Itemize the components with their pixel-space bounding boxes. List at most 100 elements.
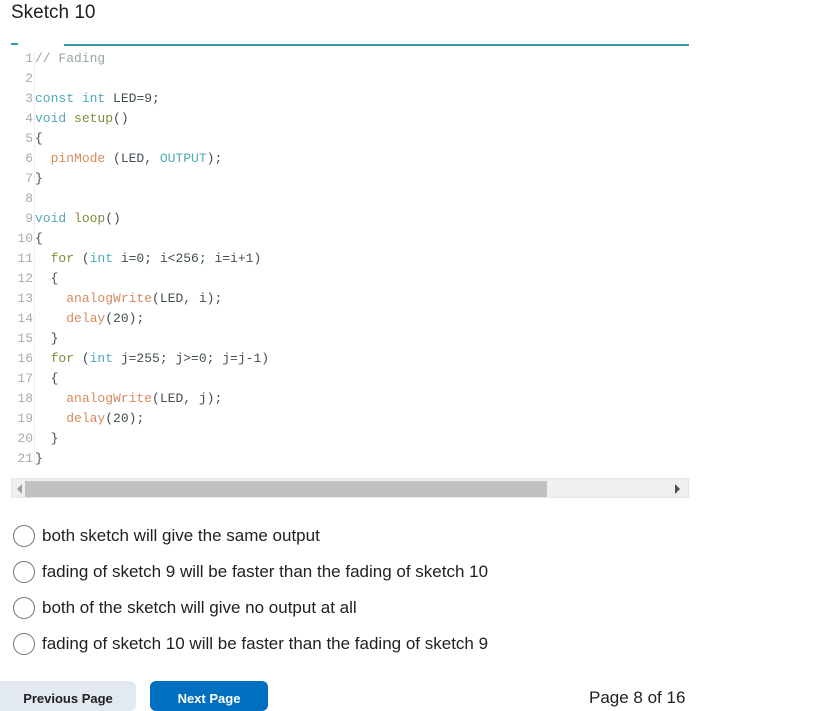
code-token: } <box>35 451 43 466</box>
code-line: 21} <box>11 449 43 469</box>
radio-unchecked-icon[interactable] <box>13 561 35 583</box>
code-token: for <box>50 351 75 366</box>
code-token: (LED, <box>105 151 160 166</box>
answer-option[interactable]: fading of sketch 10 will be faster than … <box>13 626 488 662</box>
code-line: 3 const int LED=9; <box>11 89 160 109</box>
line-number: 16 <box>17 351 33 366</box>
option-label: both of the sketch will give no output a… <box>42 598 357 617</box>
option-label: fading of sketch 10 will be faster than … <box>42 634 489 653</box>
code-token: { <box>35 371 59 386</box>
code-token: setup <box>74 111 114 126</box>
code-token: { <box>35 231 43 246</box>
scrollbar-thumb[interactable] <box>25 481 547 497</box>
triangle-right-icon[interactable] <box>675 484 680 494</box>
answer-options: both sketch will give the same output fa… <box>13 518 488 662</box>
code-token: delay <box>66 411 106 426</box>
code-token: ); <box>206 151 223 166</box>
code-line: 19 delay(20); <box>11 409 144 429</box>
code-token: (LED, i); <box>152 291 223 306</box>
line-number: 21 <box>17 451 33 466</box>
code-line: 18 analogWrite(LED, j); <box>11 389 222 409</box>
code-token: i=0; i<256; i=i+1) <box>113 251 262 266</box>
line-number: 5 <box>25 131 33 146</box>
code-token: delay <box>66 311 106 326</box>
line-number: 10 <box>17 231 33 246</box>
line-number: 2 <box>25 71 33 86</box>
code-token: LED=9; <box>105 91 160 106</box>
code-token: (LED, j); <box>152 391 223 406</box>
code-token: () <box>113 111 129 126</box>
code-block: 1// Fading 2 3 const int LED=9; 4 void setup(… <box>11 49 689 469</box>
answer-option[interactable]: fading of sketch 9 will be faster than t… <box>13 554 488 590</box>
code-token: void <box>35 111 67 126</box>
radio-unchecked-icon[interactable] <box>13 525 35 547</box>
line-number: 13 <box>17 291 33 306</box>
line-number: 8 <box>25 191 33 206</box>
code-token: } <box>35 331 59 346</box>
code-token: ( <box>74 251 90 266</box>
line-number: 17 <box>17 371 33 386</box>
code-line: 7} <box>11 169 43 189</box>
code-line: 5{ <box>11 129 43 149</box>
line-number: 19 <box>17 411 33 426</box>
code-line: 14 delay(20); <box>11 309 144 329</box>
code-line: 4 void setup() <box>11 109 129 129</box>
answer-option[interactable]: both of the sketch will give no output a… <box>13 590 488 626</box>
code-token: int <box>81 91 106 106</box>
code-line: 11 for (int i=0; i<256; i=i+1) <box>11 249 261 269</box>
code-token: // Fading <box>35 51 106 66</box>
code-token: analogWrite <box>66 291 153 306</box>
line-number: 20 <box>17 431 33 446</box>
line-number: 1 <box>25 51 33 66</box>
code-token: (20); <box>105 311 145 326</box>
code-token: j=255; j>=0; j=j-1) <box>113 351 270 366</box>
code-line: 6 pinMode (LED, OUTPUT); <box>11 149 222 169</box>
line-number: 18 <box>17 391 33 406</box>
triangle-left-icon[interactable] <box>17 484 22 494</box>
code-token: OUTPUT <box>159 151 207 166</box>
code-token: } <box>35 171 43 186</box>
line-number: 6 <box>25 151 33 166</box>
code-token: (20); <box>105 411 145 426</box>
code-token: ( <box>74 351 90 366</box>
horizontal-scrollbar[interactable] <box>11 478 689 498</box>
code-header-rule <box>64 44 689 46</box>
code-token: for <box>50 251 75 266</box>
code-token: { <box>35 131 43 146</box>
code-token: { <box>35 271 59 286</box>
line-number: 9 <box>25 211 33 226</box>
line-number: 15 <box>17 331 33 346</box>
code-token: loop <box>74 211 106 226</box>
sketch-title: Sketch 10 <box>11 2 96 23</box>
code-line: 2 <box>11 69 35 89</box>
code-token: () <box>105 211 121 226</box>
code-header-marker <box>11 43 18 45</box>
line-number: 4 <box>25 111 33 126</box>
radio-unchecked-icon[interactable] <box>13 633 35 655</box>
option-label: both sketch will give the same output <box>42 526 320 545</box>
code-line: 16 for (int j=255; j>=0; j=j-1) <box>11 349 269 369</box>
line-number: 3 <box>25 91 33 106</box>
code-line: 12 { <box>11 269 58 289</box>
page-indicator: Page 8 of 16 <box>589 688 686 707</box>
code-token: void <box>35 211 67 226</box>
line-number: 12 <box>17 271 33 286</box>
answer-option[interactable]: both sketch will give the same output <box>13 518 488 554</box>
code-token: int <box>89 251 114 266</box>
radio-unchecked-icon[interactable] <box>13 597 35 619</box>
code-token: analogWrite <box>66 391 153 406</box>
code-line: 20 } <box>11 429 58 449</box>
line-number: 11 <box>17 251 33 266</box>
line-number: 7 <box>25 171 33 186</box>
code-token: pinMode <box>50 151 106 166</box>
